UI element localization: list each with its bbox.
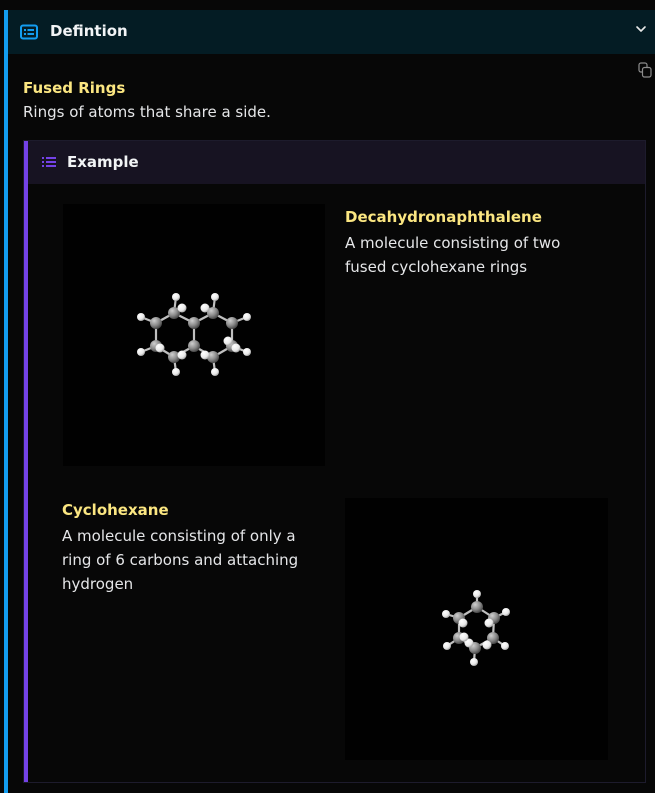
example-title: Example (67, 153, 139, 171)
description-line: hydrogen (62, 575, 134, 593)
definition-term: Fused Rings (23, 79, 126, 97)
example-header[interactable]: Example (28, 141, 645, 184)
callout-title: Defintion (50, 22, 128, 40)
description-line: A molecule consisting of two (345, 234, 561, 252)
molecule-svg (442, 590, 510, 666)
list-card-icon (20, 24, 38, 40)
list-icon (42, 157, 56, 167)
item-title: Decahydronaphthalene (345, 208, 542, 226)
item-description: A molecule consisting of two fused cyclo… (345, 231, 560, 279)
example-callout: Example Decahydronaphthalene A molecule … (23, 140, 646, 783)
example-accent-bar (24, 141, 28, 782)
definition-description: Rings of atoms that share a side. (23, 103, 271, 121)
decahydronaphthalene-molecule-model (63, 204, 325, 466)
molecule-svg (137, 293, 251, 376)
cyclohexane-molecule-model (345, 498, 608, 760)
description-line: ring of 6 carbons and attaching (62, 551, 299, 569)
description-line: fused cyclohexane rings (345, 258, 528, 276)
copy-icon[interactable] (638, 62, 652, 78)
item-title: Cyclohexane (62, 501, 169, 519)
callout-header[interactable]: Defintion (8, 10, 655, 54)
description-line: A molecule consisting of only a (62, 527, 296, 545)
definition-callout: Defintion Fused Rings Rings of atoms tha… (4, 10, 655, 793)
item-description: A molecule consisting of only a ring of … (62, 524, 298, 596)
chevron-down-icon[interactable] (635, 23, 647, 35)
callout-accent-bar (4, 10, 8, 793)
